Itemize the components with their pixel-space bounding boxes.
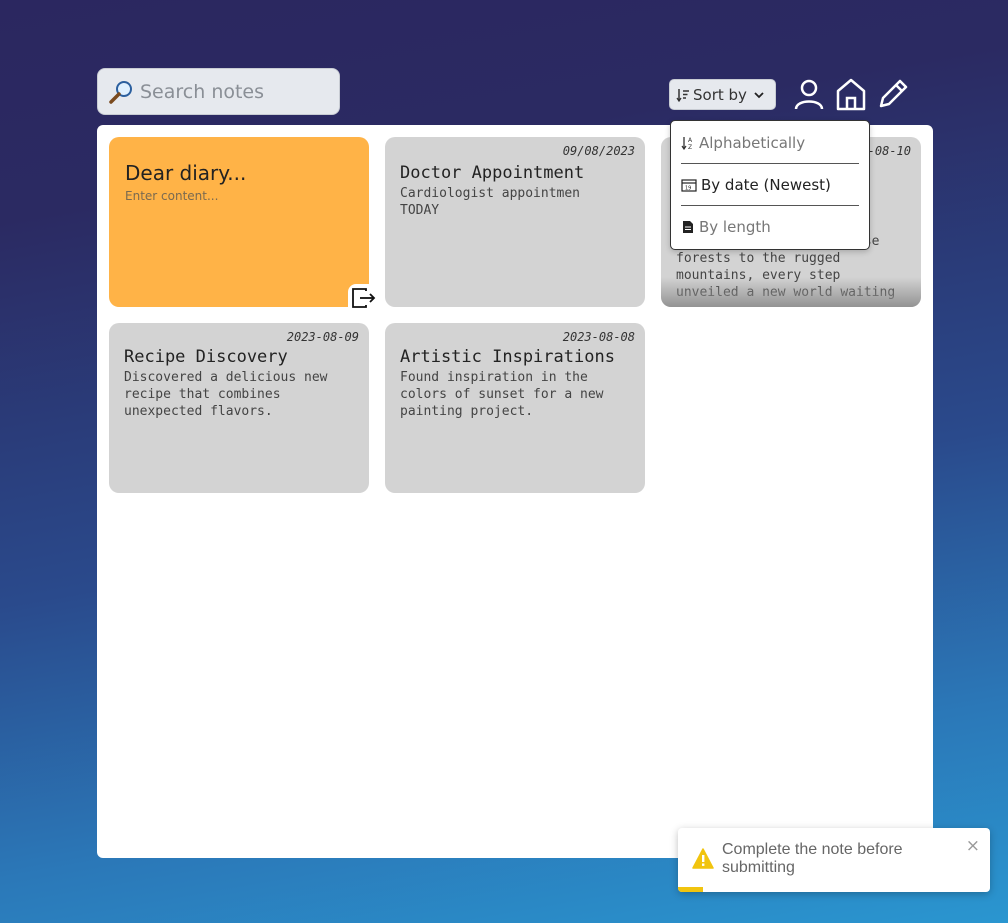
note-content: Cardiologist appointmen TODAY <box>400 186 581 218</box>
note-content: Found inspiration in the colors of sunse… <box>400 370 604 419</box>
note-title: Artistic Inspirations <box>400 347 615 367</box>
note-fade <box>661 277 921 307</box>
note-date: 09/08/2023 <box>562 144 635 158</box>
warning-icon <box>692 848 714 869</box>
submit-note-button[interactable] <box>348 284 380 312</box>
user-icon[interactable] <box>792 77 826 111</box>
sort-dropdown: A Z Alphabetically 19 By date (Newest) B… <box>670 120 870 250</box>
calendar-icon: 19 <box>681 179 697 192</box>
home-icon[interactable] <box>834 77 868 111</box>
sort-option-label: By length <box>699 218 771 236</box>
close-icon[interactable]: × <box>966 836 980 856</box>
search-input[interactable] <box>140 80 330 103</box>
note-card[interactable]: 2023-08-09 Recipe Discovery Discovered a… <box>109 323 369 493</box>
magnifier-icon <box>109 80 132 104</box>
svg-text:Z: Z <box>688 144 692 150</box>
document-icon <box>683 221 693 233</box>
search-bar[interactable] <box>97 68 340 115</box>
draft-title-input[interactable]: Dear diary... <box>125 161 353 185</box>
sort-option-date[interactable]: 19 By date (Newest) <box>681 173 831 197</box>
draft-content-input[interactable]: Enter content... <box>125 189 353 203</box>
sort-option-label: By date (Newest) <box>701 176 831 194</box>
toast-progress-bar <box>678 887 703 892</box>
divider <box>681 163 859 164</box>
note-card[interactable]: 09/08/2023 Doctor Appointment Cardiologi… <box>385 137 645 307</box>
divider <box>681 205 859 206</box>
chevron-down-icon <box>754 91 764 98</box>
sort-option-label: Alphabetically <box>699 134 806 152</box>
note-content: Discovered a delicious new recipe that c… <box>124 370 328 419</box>
sort-icon <box>676 88 689 102</box>
note-card[interactable]: 2023-08-08 Artistic Inspirations Found i… <box>385 323 645 493</box>
note-date: 2023-08-08 <box>562 330 635 344</box>
toast-message: Complete the note before submitting <box>722 841 903 876</box>
draft-note-card[interactable]: Dear diary... Enter content... <box>109 137 369 307</box>
pencil-icon[interactable] <box>876 77 910 111</box>
sort-option-alphabetical[interactable]: A Z Alphabetically <box>681 131 805 155</box>
note-title: Recipe Discovery <box>124 347 288 367</box>
note-title: Doctor Appointment <box>400 163 585 183</box>
svg-text:A: A <box>688 137 693 144</box>
note-date: 2023-08-09 <box>286 330 359 344</box>
sort-option-length[interactable]: By length <box>681 215 771 239</box>
submit-icon <box>352 288 376 308</box>
svg-text:19: 19 <box>685 186 691 192</box>
warning-toast: Complete the note before submitting × <box>678 828 990 892</box>
sort-alpha-icon: A Z <box>681 137 693 150</box>
sort-label: Sort by <box>693 85 747 104</box>
sort-button[interactable]: Sort by <box>669 79 776 110</box>
